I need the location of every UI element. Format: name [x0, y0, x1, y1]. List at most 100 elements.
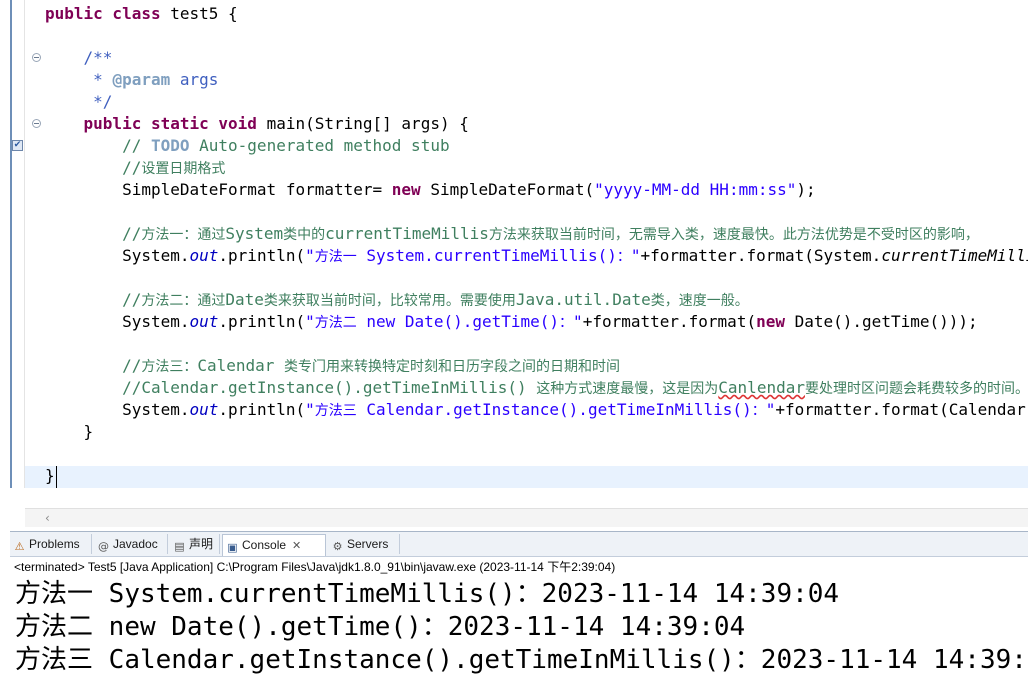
code-token: out [189, 400, 219, 419]
code-token: 方法二：通过 [141, 293, 226, 309]
code-line: System.out.println("方法一 System.currentTi… [45, 245, 1028, 267]
code-token: public class [45, 4, 171, 23]
code-line: public static void main(String[] args) { [45, 113, 469, 135]
fold-toggle-icon[interactable] [32, 53, 41, 62]
code-token: +formatter.format(Calendar. [775, 400, 1028, 419]
output-label: 方法一 [15, 579, 94, 609]
code-token: * [45, 70, 113, 89]
code-token: @param [112, 70, 171, 89]
close-tab-icon[interactable]: ✕ [292, 536, 301, 556]
code-token: " [305, 246, 315, 265]
code-line: System.out.println("方法二 new Date().getTi… [45, 311, 978, 333]
code-line: //设置日期格式 [45, 157, 225, 179]
code-token: ： [616, 249, 631, 265]
code-token: Date [225, 290, 264, 309]
code-token: 方法二 [314, 315, 357, 331]
code-token: Calendar [197, 356, 285, 375]
tab-console[interactable]: ▣ Console ✕ [222, 534, 326, 556]
code-token: 类，速度一般。 [650, 293, 749, 309]
code-token: +formatter.format( [582, 312, 757, 331]
code-token: .println( [218, 246, 306, 265]
tab-label: Problems [29, 537, 80, 551]
code-token: " [305, 312, 315, 331]
bottom-panel: ⚠ Problems @ Javadoc ▤ 声明 ▣ Console ✕ ⚙ Servers <t… [10, 531, 1028, 694]
code-token: Canlendar [718, 378, 805, 397]
tab-label: Javadoc [113, 537, 158, 551]
code-token: ： [751, 403, 766, 419]
code-token: new [391, 180, 421, 199]
code-token: Auto-generated method stub [189, 136, 450, 155]
task-marker-icon[interactable]: ✔ [12, 140, 23, 151]
code-line: //Calendar.getInstance().getTimeInMillis… [45, 377, 1028, 399]
code-token: 要处理时区问题会耗费较多的时间。 [804, 381, 1028, 397]
vertical-ruler [10, 0, 25, 488]
code-token: " [573, 312, 583, 331]
code-token: System.currentTimeMillis() [356, 246, 617, 265]
problems-icon: ⚠ [14, 540, 25, 553]
tab-servers[interactable]: ⚙ Servers [328, 534, 400, 554]
console-icon: ▣ [227, 541, 238, 554]
fold-toggle-icon[interactable] [32, 119, 41, 128]
code-token: // [45, 356, 142, 375]
code-token: 类中的 [283, 227, 326, 243]
tab-problems[interactable]: ⚠ Problems [10, 534, 92, 554]
code-token: ： [559, 315, 574, 331]
code-token: /** [45, 48, 113, 67]
code-line: //方法二：通过Date类来获取当前时间，比较常用。需要使用Java.util.… [45, 289, 749, 311]
horizontal-scrollbar[interactable]: ‹ [25, 508, 1028, 527]
code-token: TODO [150, 136, 190, 155]
code-token: System. [45, 312, 190, 331]
code-token: 设置日期格式 [141, 161, 226, 177]
code-token: Calendar.getInstance().getTimeInMillis() [356, 400, 752, 419]
servers-icon: ⚙ [332, 540, 343, 553]
scroll-left-icon[interactable]: ‹ [45, 511, 50, 525]
code-token: 类来获取当前时间，比较常用。需要使用 [263, 293, 516, 309]
current-line-highlight [25, 466, 1028, 488]
panel-tab-bar: ⚠ Problems @ Javadoc ▤ 声明 ▣ Console ✕ ⚙ Servers [10, 532, 1028, 557]
console-output-line: 方法一 System.currentTimeMillis()：2023-11-1… [15, 578, 1028, 611]
code-token: currentTimeMillis [881, 246, 1028, 265]
javadoc-icon: @ [98, 540, 109, 553]
code-token: 类专门用来转换特定时刻和日历字段之间的日期和时间 [284, 359, 621, 375]
code-token: new Date().getTime() [356, 312, 560, 331]
code-editor[interactable]: ✔ public class test5 { /** * @param args… [0, 0, 1028, 530]
tab-声明[interactable]: ▤ 声明 [170, 534, 220, 554]
code-line: */ [45, 91, 112, 113]
code-token: out [189, 312, 219, 331]
code-token: currentTimeMillis [325, 224, 489, 243]
code-token: 方法来获取当前时间，无需导入类，速度最快。此方法优势是不受时区的影响， [488, 227, 979, 243]
output-text: Calendar.getInstance().getTimeInMillis()… [93, 645, 1028, 675]
code-token: 方法一 [314, 249, 357, 265]
code-token: " [305, 400, 315, 419]
code-token: 方法一：通过 [141, 227, 226, 243]
code-token: .println( [218, 400, 306, 419]
code-token: */ [45, 92, 113, 111]
code-token: args [170, 70, 219, 89]
code-token: 方法三 [314, 403, 357, 419]
code-token: Java.util.Date [515, 290, 651, 309]
tab-label: 声明 [189, 537, 214, 551]
code-token: main(String[] args) { [266, 114, 469, 133]
tab-javadoc[interactable]: @ Javadoc [94, 534, 168, 554]
code-token: System. [45, 246, 190, 265]
code-line: /** [45, 47, 113, 69]
code-token: // [45, 136, 151, 155]
code-line: public class test5 { [45, 3, 238, 25]
code-token: public static void [83, 114, 267, 133]
code-token: System. [45, 400, 190, 419]
code-token: +formatter.format(System. [640, 246, 882, 265]
declaration-icon: ▤ [174, 540, 185, 553]
code-token: 这种方式速度最慢，这是因为 [536, 381, 719, 397]
code-line: // TODO Auto-generated method stub [45, 135, 450, 157]
code-line: } [45, 465, 55, 487]
code-line: System.out.println("方法三 Calendar.getInst… [45, 399, 1028, 421]
code-line: SimpleDateFormat formatter= new SimpleDa… [45, 179, 816, 201]
console-output[interactable]: 方法一 System.currentTimeMillis()：2023-11-1… [15, 578, 1028, 677]
tab-label: Console [242, 538, 287, 552]
code-token: } [45, 422, 94, 441]
code-line: //方法一：通过System类中的currentTimeMillis方法来获取当… [45, 223, 979, 245]
code-token: "yyyy-MM-dd HH:mm:ss" [594, 180, 797, 199]
tab-label: Servers [347, 537, 389, 551]
code-line: * @param args [45, 69, 218, 91]
